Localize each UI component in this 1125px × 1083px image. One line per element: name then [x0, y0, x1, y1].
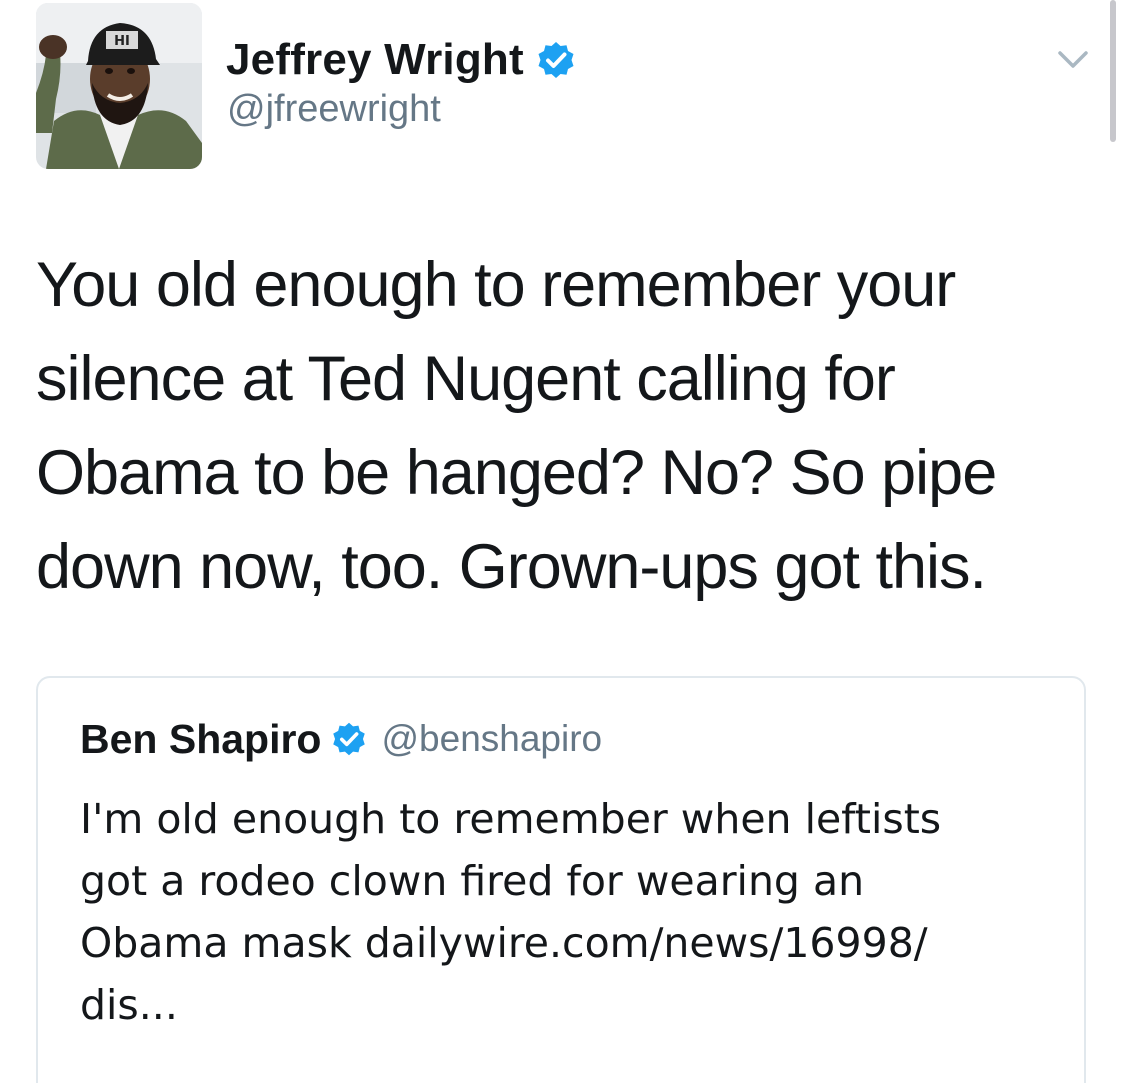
avatar-cap-text: HI — [114, 34, 130, 49]
scrollbar[interactable] — [1110, 0, 1116, 142]
quoted-tweet-text: I'm old enough to remember when leftists… — [80, 795, 942, 1029]
quoted-author-display-name: Ben Shapiro — [80, 715, 322, 762]
verified-badge-icon — [538, 42, 574, 78]
quoted-tweet-card[interactable]: Ben Shapiro @benshapiro I'm old enough t… — [36, 676, 1086, 1083]
author-avatar[interactable]: HI — [36, 3, 202, 169]
quoted-author-handle: @benshapiro — [381, 718, 603, 759]
chevron-down-icon[interactable] — [1056, 46, 1090, 74]
author-display-name[interactable]: Jeffrey Wright — [226, 35, 524, 85]
tweet-text: You old enough to remember your silence … — [36, 250, 997, 602]
author-name-row[interactable]: Jeffrey Wright — [226, 30, 576, 90]
avatar-image: HI — [36, 3, 202, 169]
quoted-verified-badge-icon — [333, 722, 366, 756]
author-handle[interactable]: @jfreewright — [227, 88, 441, 131]
tweet-view: HI Jeffrey Wright @jfreewright You old e… — [0, 0, 1125, 1083]
quoted-tweet-header: Ben Shapiro @benshapiro — [80, 714, 602, 764]
